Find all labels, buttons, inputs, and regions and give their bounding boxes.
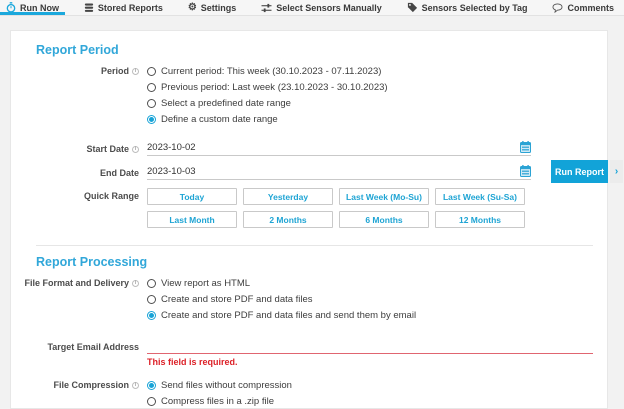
report-processing-heading: Report Processing <box>36 255 593 269</box>
quick-range-last-week-su-sa-button[interactable]: Last Week (Su-Sa) <box>435 188 525 205</box>
sliders-icon <box>261 3 272 13</box>
tab-label: Stored Reports <box>98 3 163 13</box>
end-date-row: End Date <box>11 165 607 180</box>
radio-label: Previous period: Last week (23.10.2023 -… <box>161 82 388 93</box>
file-compression-label: File Compression <box>53 380 129 391</box>
radio-icon <box>147 397 156 406</box>
tab-label: Select Sensors Manually <box>276 3 382 13</box>
tab-stored-reports[interactable]: Stored Reports <box>78 0 169 15</box>
quick-range-label: Quick Range <box>84 191 139 202</box>
calendar-icon[interactable] <box>520 141 531 153</box>
tab-settings[interactable]: ⚙ Settings <box>182 0 242 15</box>
end-date-input[interactable] <box>147 165 516 177</box>
radio-icon <box>147 311 156 320</box>
quick-range-6-months-button[interactable]: 6 Months <box>339 211 429 228</box>
tab-run-now[interactable]: Run Now <box>0 0 65 15</box>
start-date-input[interactable] <box>147 141 516 153</box>
period-option-current[interactable]: Current period: This week (30.10.2023 - … <box>147 63 607 79</box>
radio-icon <box>147 295 156 304</box>
start-date-label: Start Date <box>86 144 129 155</box>
radio-label: View report as HTML <box>161 278 250 289</box>
radio-icon <box>147 279 156 288</box>
period-row: Period Current period: This week (30.10.… <box>11 63 607 127</box>
radio-label: Define a custom date range <box>161 114 278 125</box>
quick-range-row: Quick Range Today Yesterday Last Week (M… <box>11 188 607 228</box>
quick-range-grid: Today Yesterday Last Week (Mo-Su) Last W… <box>147 188 607 228</box>
radio-icon <box>147 99 156 108</box>
info-icon[interactable] <box>132 280 139 287</box>
stopwatch-icon <box>6 2 16 13</box>
file-format-option-pdf-store[interactable]: Create and store PDF and data files <box>147 291 607 307</box>
radio-label: Create and store PDF and data files and … <box>161 310 416 321</box>
radio-icon <box>147 381 156 390</box>
radio-label: Current period: This week (30.10.2023 - … <box>161 66 381 77</box>
info-icon[interactable] <box>132 146 139 153</box>
radio-label: Send files without compression <box>161 380 292 391</box>
speech-bubble-icon <box>552 3 563 13</box>
period-option-custom[interactable]: Define a custom date range <box>147 111 607 127</box>
run-report-button[interactable]: Run Report <box>551 160 608 183</box>
calendar-icon[interactable] <box>520 165 531 177</box>
tab-select-sensors-manually[interactable]: Select Sensors Manually <box>255 0 388 15</box>
tab-label: Sensors Selected by Tag <box>422 3 528 13</box>
tab-sensors-selected-by-tag[interactable]: Sensors Selected by Tag <box>401 0 534 15</box>
report-config-panel: Report Period Period Current period: Thi… <box>10 30 608 409</box>
section-divider <box>36 245 593 246</box>
radio-icon <box>147 67 156 76</box>
tab-label: Run Now <box>20 3 59 13</box>
tab-comments[interactable]: Comments <box>546 0 620 15</box>
chevron-right-icon: › <box>615 166 618 177</box>
radio-icon <box>147 83 156 92</box>
gear-icon: ⚙ <box>188 3 197 13</box>
target-email-error: This field is required. <box>147 357 607 367</box>
quick-range-12-months-button[interactable]: 12 Months <box>435 211 525 228</box>
radio-icon <box>147 115 156 124</box>
quick-range-yesterday-button[interactable]: Yesterday <box>243 188 333 205</box>
file-format-option-html[interactable]: View report as HTML <box>147 275 607 291</box>
compression-option-none[interactable]: Send files without compression <box>147 377 607 393</box>
quick-range-today-button[interactable]: Today <box>147 188 237 205</box>
tag-icon <box>407 2 418 13</box>
tab-bar: Run Now Stored Reports ⚙ Settings Select… <box>0 0 624 16</box>
quick-range-last-month-button[interactable]: Last Month <box>147 211 237 228</box>
file-format-row: File Format and Delivery View report as … <box>11 275 607 323</box>
radio-label: Compress files in a .zip file <box>161 396 274 407</box>
report-period-heading: Report Period <box>36 43 593 57</box>
quick-range-last-week-mo-su-button[interactable]: Last Week (Mo-Su) <box>339 188 429 205</box>
quick-range-2-months-button[interactable]: 2 Months <box>243 211 333 228</box>
start-date-row: Start Date <box>11 141 607 156</box>
run-report-expander[interactable]: › <box>610 160 623 183</box>
tab-label: Comments <box>567 3 614 13</box>
file-format-option-pdf-email[interactable]: Create and store PDF and data files and … <box>147 307 607 323</box>
period-option-predefined[interactable]: Select a predefined date range <box>147 95 607 111</box>
target-email-label: Target Email Address <box>47 342 139 353</box>
run-report-button-group: Run Report › <box>551 160 623 183</box>
info-icon[interactable] <box>132 68 139 75</box>
target-email-input[interactable] <box>147 339 593 351</box>
period-option-previous[interactable]: Previous period: Last week (23.10.2023 -… <box>147 79 607 95</box>
radio-label: Create and store PDF and data files <box>161 294 313 305</box>
info-icon[interactable] <box>132 382 139 389</box>
radio-label: Select a predefined date range <box>161 98 291 109</box>
database-icon <box>84 3 94 13</box>
period-label: Period <box>101 66 129 77</box>
target-email-row: Target Email Address This field is requi… <box>11 339 607 367</box>
file-format-label: File Format and Delivery <box>24 278 129 289</box>
end-date-label: End Date <box>100 168 139 179</box>
file-compression-row: File Compression Send files without comp… <box>11 377 607 409</box>
tab-label: Settings <box>201 3 237 13</box>
